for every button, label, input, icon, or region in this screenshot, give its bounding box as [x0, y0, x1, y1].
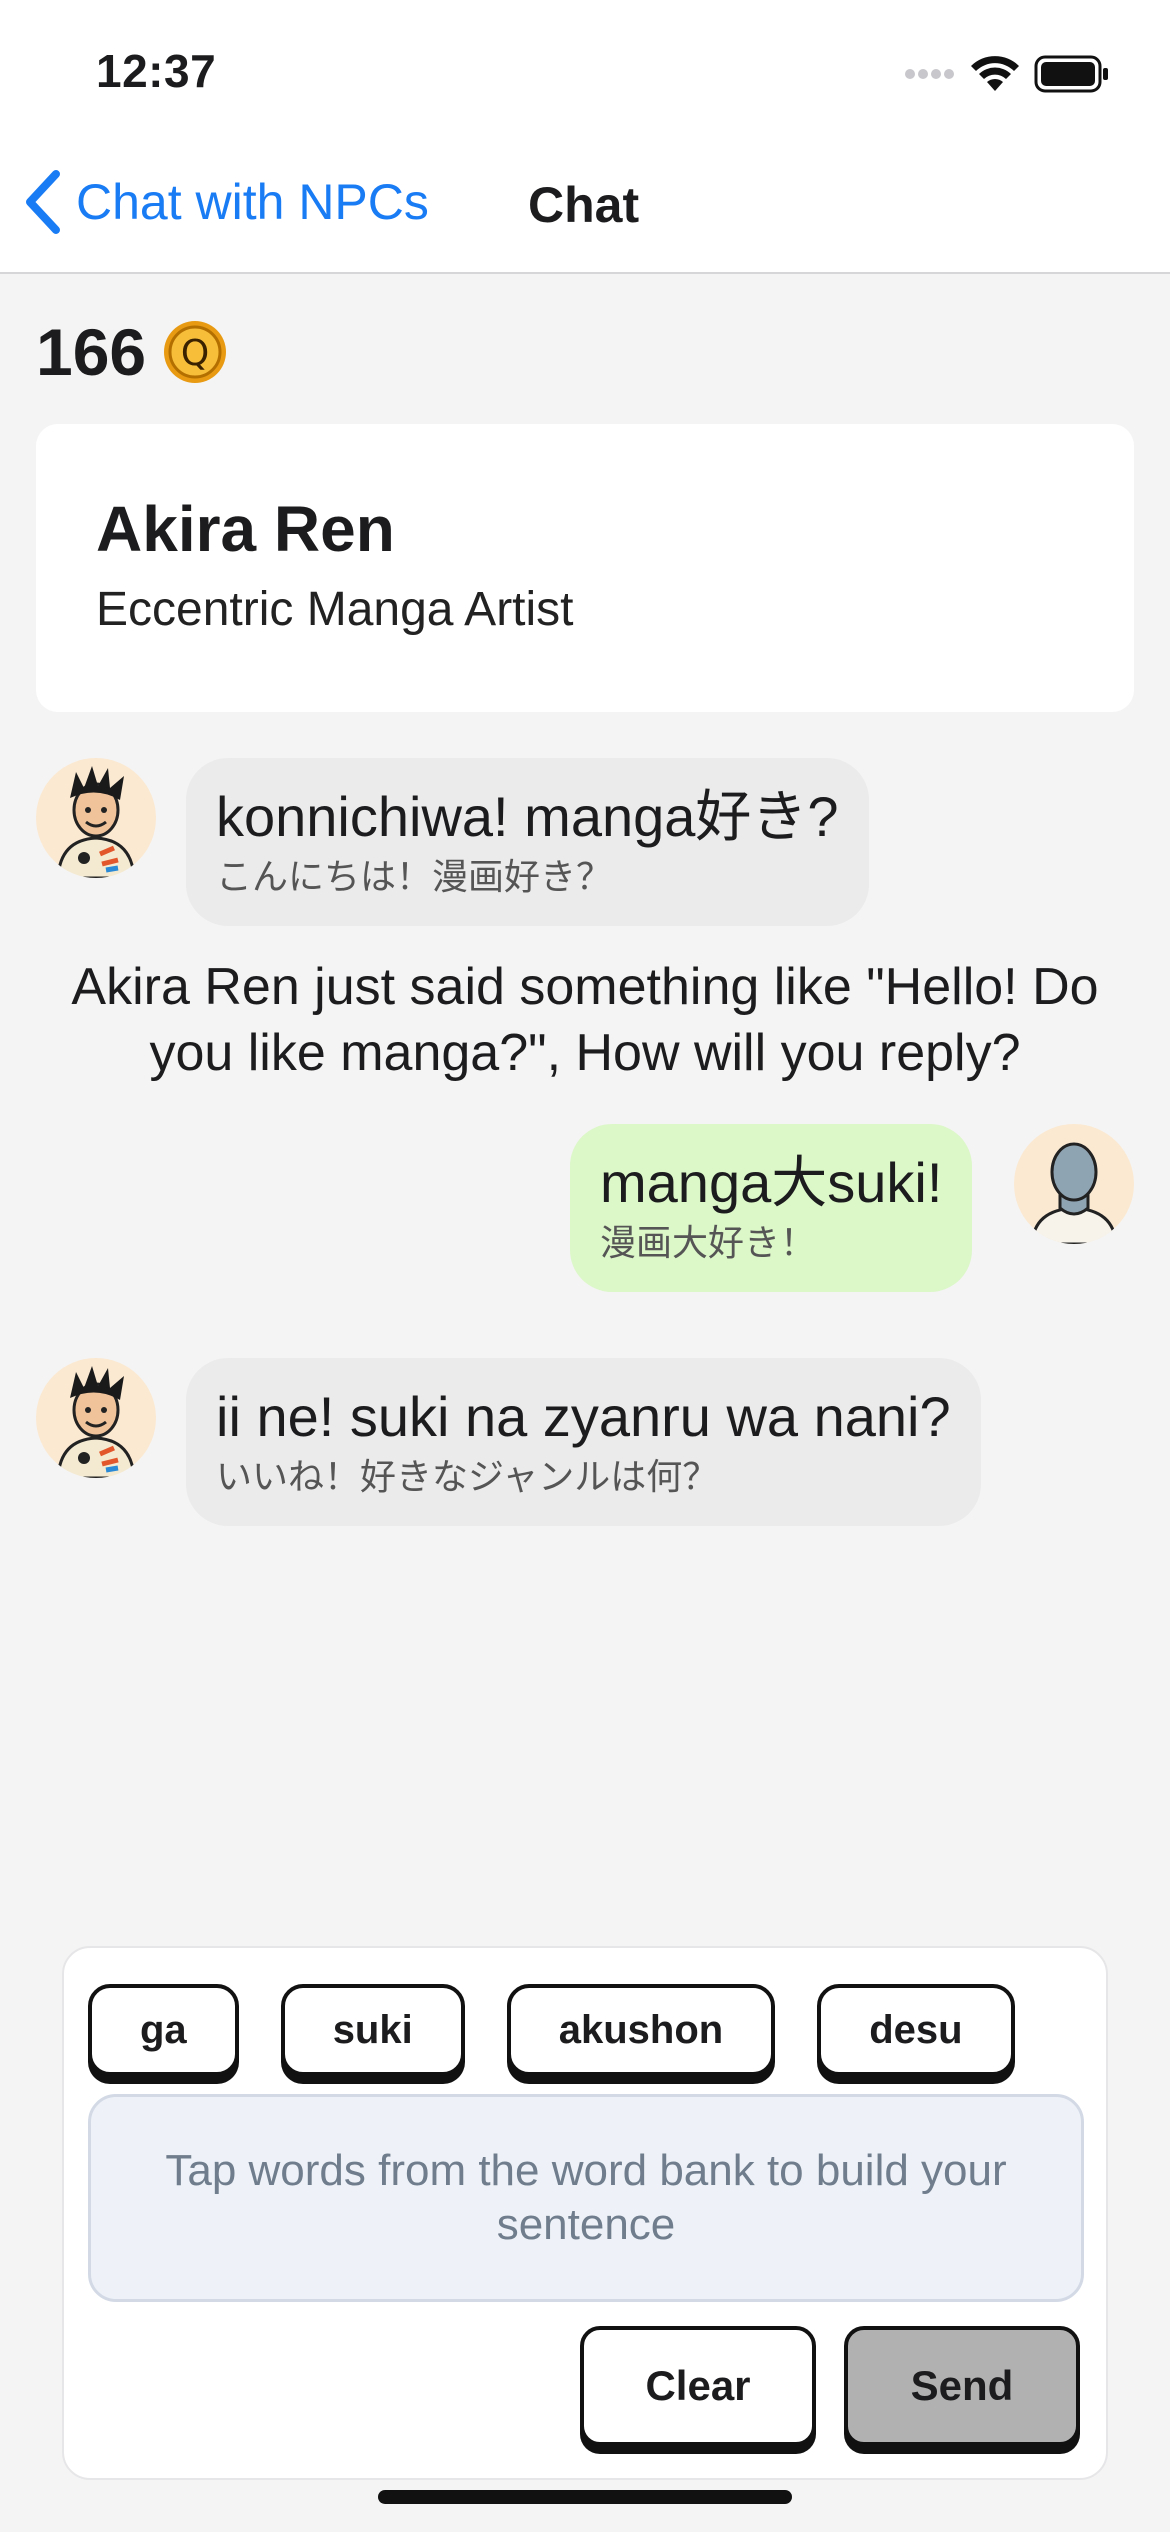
- home-indicator: [378, 2490, 792, 2504]
- status-time: 12:37: [96, 45, 217, 97]
- coin-q-icon: Q: [164, 321, 227, 383]
- message-text: ii ne! suki na zyanru wa nani?: [216, 1385, 951, 1448]
- message-text: konnichiwa! manga好き?: [216, 785, 839, 848]
- chat-screen: 12:37 Chat with NPCs Chat 166 Q Akira Re…: [0, 0, 1170, 2532]
- message-translation: 漫画大好き！: [600, 1222, 817, 1263]
- word-chip-desu[interactable]: desu: [817, 1984, 1015, 2076]
- character-name: Akira Ren: [96, 493, 395, 565]
- back-label: Chat with NPCs: [76, 174, 429, 230]
- word-chip-suki[interactable]: suki: [280, 1984, 465, 2076]
- message-translation: こんにちは！漫画好き？: [216, 856, 613, 897]
- user-message-bubble: manga大suki! 漫画大好き！: [570, 1124, 973, 1292]
- wifi-icon: [971, 56, 1019, 91]
- coin-letter: Q: [181, 333, 209, 374]
- character-card: Akira Ren Eccentric Manga Artist: [36, 424, 1134, 712]
- sentence-input[interactable]: Tap words from the word bank to build yo…: [88, 2094, 1084, 2302]
- npc-message-bubble: ii ne! suki na zyanru wa nani? いいね！好きなジャ…: [186, 1358, 981, 1526]
- npc-avatar: [36, 758, 156, 878]
- npc-message-bubble: konnichiwa! manga好き? こんにちは！漫画好き？: [186, 758, 869, 926]
- character-role: Eccentric Manga Artist: [96, 583, 574, 636]
- status-icons: [904, 52, 1110, 96]
- word-chip-akushon[interactable]: akushon: [506, 1984, 776, 2076]
- chevron-left-icon: [26, 170, 60, 234]
- send-button[interactable]: Send: [844, 2326, 1080, 2446]
- message-translation: いいね！好きなジャンルは何？: [216, 1456, 719, 1497]
- sentence-placeholder: Tap words from the word bank to build yo…: [165, 2146, 1007, 2249]
- cellular-icon: [905, 69, 954, 79]
- clear-button[interactable]: Clear: [580, 2326, 816, 2446]
- user-avatar: [1014, 1124, 1134, 1244]
- message-text: manga大suki!: [600, 1151, 943, 1214]
- page-title: Chat: [528, 177, 640, 233]
- manga-artist-avatar-icon: [56, 1366, 136, 1478]
- npc-avatar: [36, 1358, 156, 1478]
- manga-artist-avatar-icon: [56, 766, 136, 878]
- reply-builder-panel: ga suki akushon desu Tap words from the …: [62, 1946, 1108, 2480]
- word-chip-ga[interactable]: ga: [88, 1984, 239, 2076]
- user-silhouette-icon: [1030, 1142, 1118, 1244]
- reply-hint: Akira Ren just said something like "Hell…: [71, 958, 1099, 1082]
- battery-icon: [1034, 55, 1108, 93]
- coin-count: 166: [36, 315, 147, 389]
- back-button[interactable]: Chat with NPCs: [24, 170, 429, 234]
- word-bank: ga suki akushon desu: [88, 1984, 1015, 2076]
- coin-balance: 166 Q: [36, 314, 228, 390]
- header: 12:37 Chat with NPCs Chat: [0, 0, 1170, 274]
